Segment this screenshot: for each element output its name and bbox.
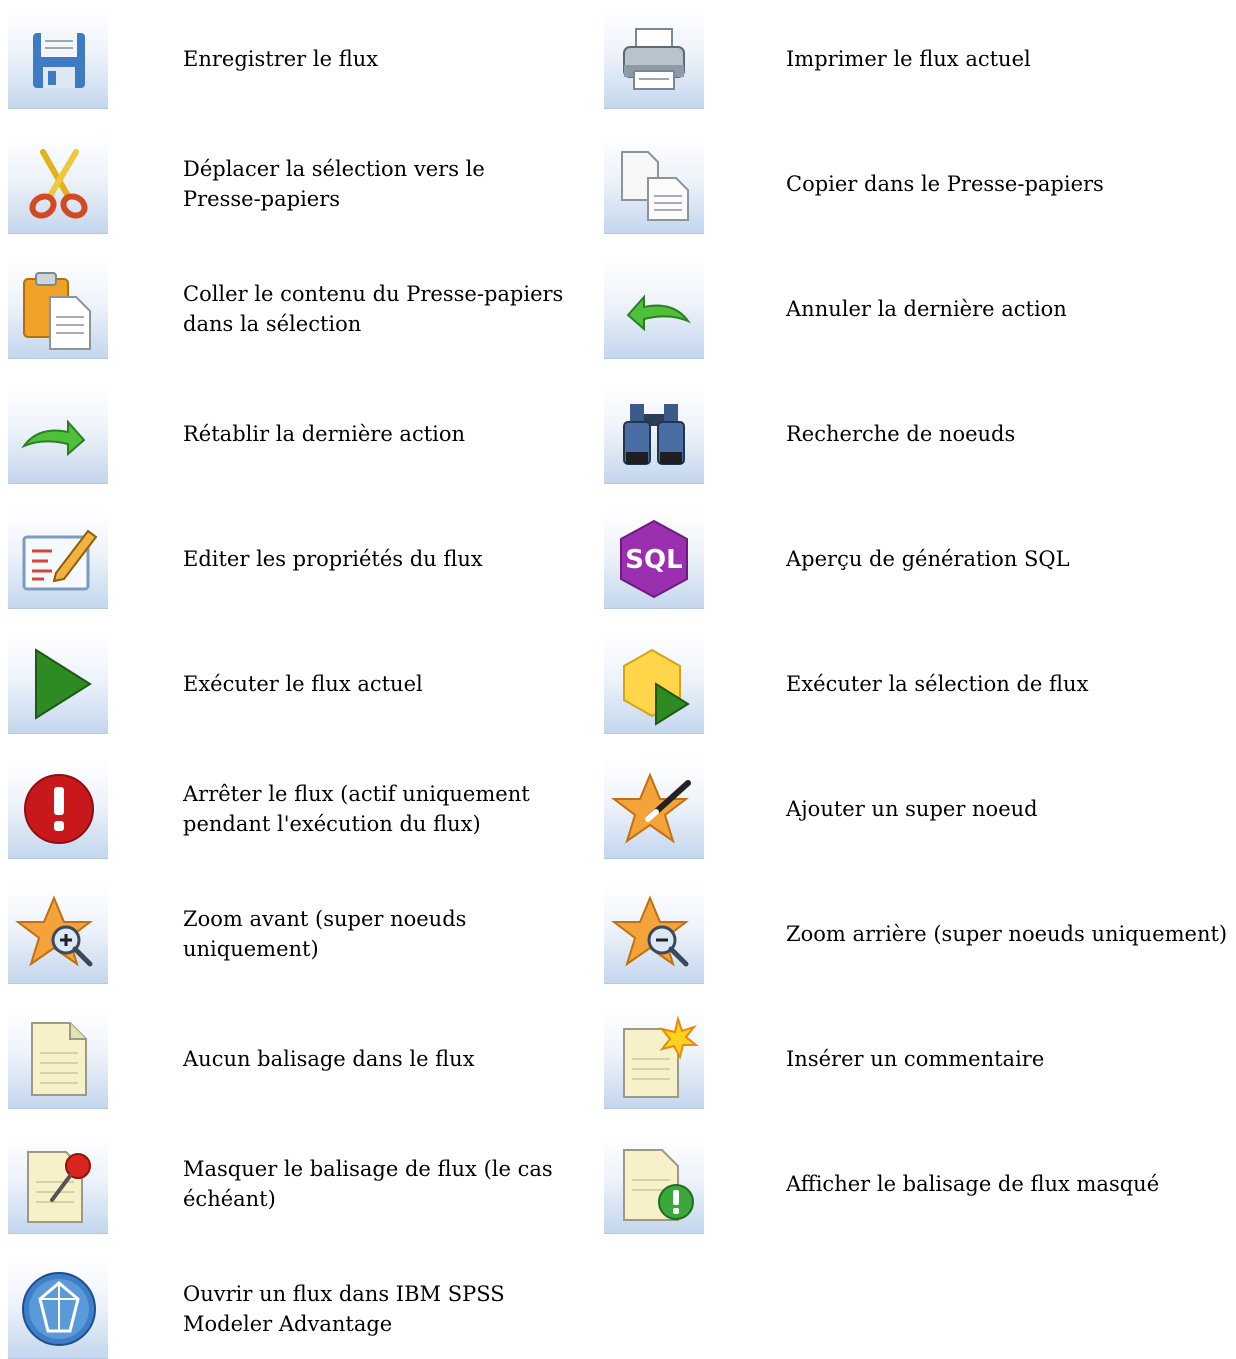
toolbar-row-1: Enregistrer le flux Imprimer le flux act…	[0, 9, 1236, 109]
copy-label: Copier dans le Presse-papiers	[786, 172, 1104, 196]
insert-comment-label: Insérer un commentaire	[786, 1047, 1045, 1071]
undo-label: Annuler la dernière action	[786, 297, 1067, 321]
sql-icon: SQL	[620, 519, 688, 599]
insert-comment-button[interactable]	[604, 1009, 704, 1109]
run-selection-button[interactable]	[604, 634, 704, 734]
stop-button[interactable]	[8, 759, 108, 859]
toolbar-row-7: Arrêter le flux (actif uniquement pendan…	[0, 759, 1236, 859]
add-supernode-label: Ajouter un super noeud	[786, 797, 1038, 821]
redo-button[interactable]	[8, 384, 108, 484]
edit-properties-label: Editer les propriétés du flux	[183, 547, 483, 571]
show-markup-button[interactable]	[604, 1134, 704, 1234]
copy-button[interactable]	[604, 134, 704, 234]
hide-markup-label: Masquer le balisage de flux (le cas éché…	[183, 1157, 553, 1211]
print-button[interactable]	[604, 9, 704, 109]
cut-icon	[29, 149, 88, 219]
save-icon	[33, 33, 85, 88]
stop-icon	[24, 774, 94, 844]
sql-icon-text: SQL	[625, 545, 682, 575]
hide-markup-icon	[27, 1151, 91, 1223]
paste-icon	[23, 272, 91, 350]
undo-icon	[626, 294, 691, 332]
sql-preview-button[interactable]: SQL	[604, 509, 704, 609]
stop-label: Arrêter le flux (actif uniquement pendan…	[183, 782, 530, 836]
find-nodes-button[interactable]	[604, 384, 704, 484]
toolbar-row-2: Déplacer la sélection vers le Presse-pap…	[0, 134, 1236, 234]
binoculars-icon	[623, 404, 685, 465]
no-markup-button[interactable]	[8, 1009, 108, 1109]
edit-properties-icon	[22, 529, 98, 591]
redo-label: Rétablir la dernière action	[183, 422, 466, 446]
cut-button[interactable]	[8, 134, 108, 234]
cut-label: Déplacer la sélection vers le Presse-pap…	[183, 157, 485, 211]
run-label: Exécuter le flux actuel	[183, 672, 423, 696]
hide-markup-button[interactable]	[8, 1134, 108, 1234]
zoom-in-button[interactable]	[8, 884, 108, 984]
redo-icon	[21, 419, 86, 457]
zoom-out-button[interactable]	[604, 884, 704, 984]
copy-icon	[621, 151, 689, 221]
toolbar-row-11: Ouvrir un flux dans IBM SPSS Modeler Adv…	[0, 1259, 1236, 1359]
toolbar-row-8: Zoom avant (super noeuds uniquement) Zoo…	[0, 884, 1236, 984]
modeler-advantage-button[interactable]	[8, 1259, 108, 1359]
undo-button[interactable]	[604, 259, 704, 359]
modeler-advantage-icon	[22, 1272, 96, 1346]
find-nodes-label: Recherche de noeuds	[786, 422, 1016, 446]
no-markup-label: Aucun balisage dans le flux	[183, 1047, 475, 1071]
run-selection-label: Exécuter la sélection de flux	[786, 672, 1089, 696]
insert-comment-icon	[623, 1015, 699, 1098]
paste-button[interactable]	[8, 259, 108, 359]
run-selection-icon	[623, 648, 690, 726]
toolbar-row-10: Masquer le balisage de flux (le cas éché…	[0, 1134, 1236, 1234]
toolbar-row-4: Rétablir la dernière action Recherche de…	[0, 384, 1236, 484]
save-button[interactable]	[8, 9, 108, 109]
zoom-in-icon	[15, 895, 93, 967]
toolbar-row-6: Exécuter le flux actuel Exécuter la séle…	[0, 634, 1236, 734]
paste-label: Coller le contenu du Presse-papiers dans…	[183, 282, 564, 336]
zoom-out-label: Zoom arrière (super noeuds uniquement)	[786, 922, 1228, 946]
toolbar-row-5: Editer les propriétés du flux SQL Aperçu…	[0, 509, 1236, 609]
zoom-in-label: Zoom avant (super noeuds uniquement)	[183, 907, 467, 961]
modeler-advantage-label: Ouvrir un flux dans IBM SPSS Modeler Adv…	[183, 1282, 505, 1336]
sql-preview-label: Aperçu de génération SQL	[786, 547, 1070, 571]
zoom-out-icon	[611, 895, 689, 967]
add-supernode-icon	[611, 772, 691, 844]
run-icon	[35, 648, 92, 720]
show-markup-icon	[623, 1149, 694, 1221]
toolbar-row-9: Aucun balisage dans le flux Insérer un c…	[0, 1009, 1236, 1109]
print-icon	[623, 28, 685, 90]
show-markup-label: Afficher le balisage de flux masqué	[786, 1172, 1160, 1196]
no-markup-icon	[31, 1022, 87, 1096]
edit-properties-button[interactable]	[8, 509, 108, 609]
add-supernode-button[interactable]	[604, 759, 704, 859]
save-label: Enregistrer le flux	[183, 47, 379, 71]
print-label: Imprimer le flux actuel	[786, 47, 1031, 71]
toolbar-row-3: Coller le contenu du Presse-papiers dans…	[0, 259, 1236, 359]
run-button[interactable]	[8, 634, 108, 734]
